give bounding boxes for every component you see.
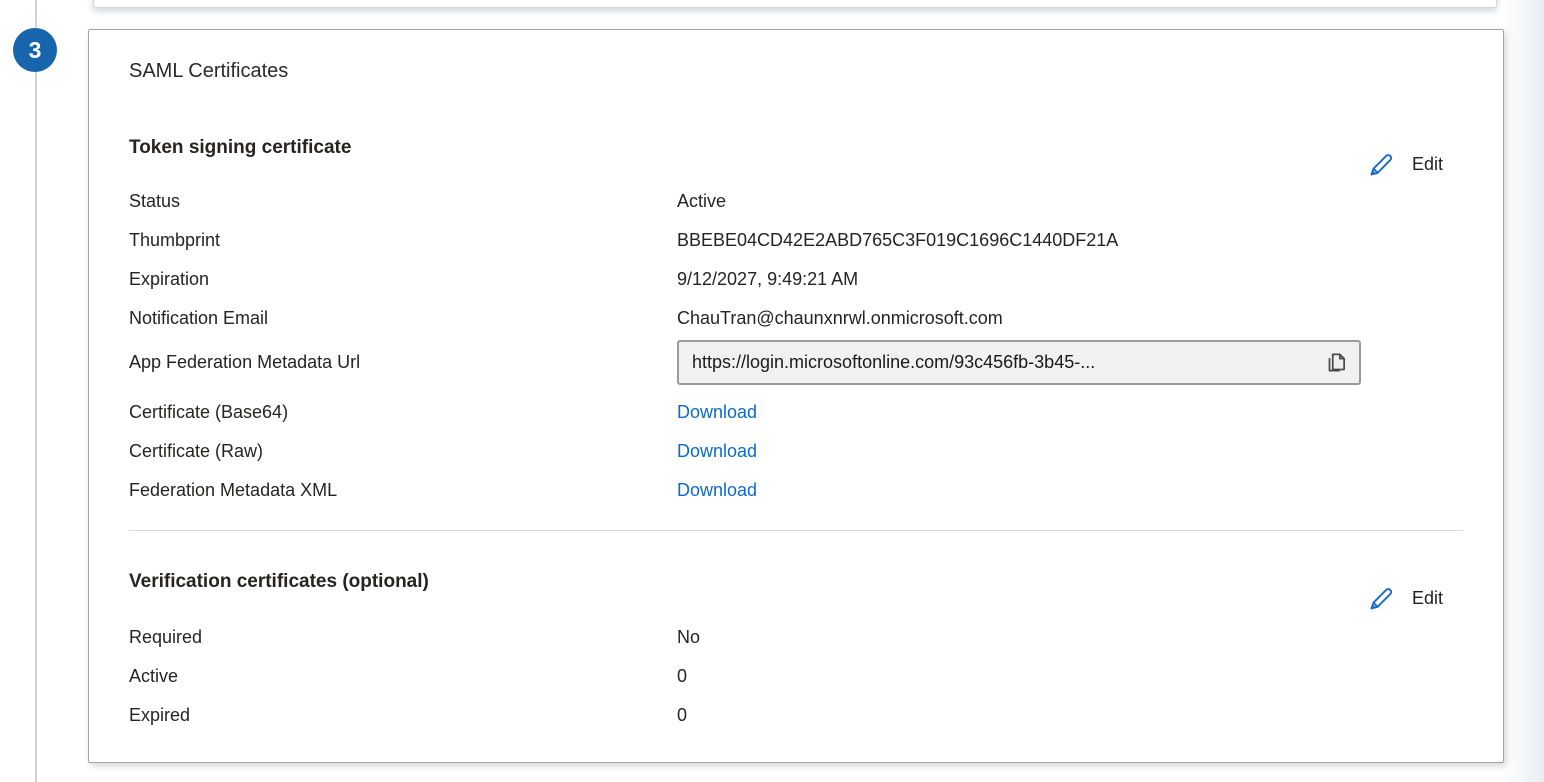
detail-row-expiration: Expiration 9/12/2027, 9:49:21 AM [129,260,1463,299]
app-federation-metadata-url-field[interactable]: https://login.microsoftonline.com/93c456… [677,340,1361,385]
expired-count-value: 0 [677,696,687,735]
copy-url-button[interactable] [1323,350,1349,376]
row-label: Federation Metadata XML [129,471,677,510]
detail-row-federation-metadata-xml: Federation Metadata XML Download [129,471,1463,510]
row-label: Certificate (Raw) [129,432,677,471]
verification-certificates-details: Required No Active 0 Expired 0 [129,618,1463,735]
detail-row-app-federation-metadata-url: App Federation Metadata Url https://logi… [129,339,1463,386]
row-label: App Federation Metadata Url [129,352,677,373]
detail-row-certificate-raw: Certificate (Raw) Download [129,432,1463,471]
detail-row-active-count: Active 0 [129,657,1463,696]
row-label: Thumbprint [129,221,677,260]
detail-row-notification-email: Notification Email ChauTran@chaunxnrwl.o… [129,299,1463,338]
required-value: No [677,618,700,657]
row-label: Expiration [129,260,677,299]
token-certificate-edit-button[interactable]: Edit [1362,147,1447,182]
token-certificate-details: Status Active Thumbprint BBEBE04CD42E2AB… [129,182,1463,510]
step-timeline-line [35,0,37,782]
pencil-icon [1366,583,1397,614]
app-federation-metadata-url-value: https://login.microsoftonline.com/93c456… [692,352,1315,373]
download-certificate-raw-link[interactable]: Download [677,432,757,471]
expiration-value: 9/12/2027, 9:49:21 AM [677,260,858,299]
row-label: Certificate (Base64) [129,393,677,432]
page-right-tint [1502,0,1544,782]
pencil-icon [1366,149,1397,180]
detail-row-required: Required No [129,618,1463,657]
token-signing-certificate-section: Token signing certificate Edit Status Ac… [129,135,1463,510]
notification-email-value: ChauTran@chaunxnrwl.onmicrosoft.com [677,299,1003,338]
detail-row-thumbprint: Thumbprint BBEBE04CD42E2ABD765C3F019C169… [129,221,1463,260]
verification-certificates-heading: Verification certificates (optional) [129,569,1463,594]
status-value: Active [677,182,726,221]
download-certificate-base64-link[interactable]: Download [677,393,757,432]
row-label: Status [129,182,677,221]
row-label: Expired [129,696,677,735]
token-signing-certificate-heading: Token signing certificate [129,135,1463,160]
copy-icon [1323,364,1349,379]
detail-row-status: Status Active [129,182,1463,221]
previous-card-edge [93,0,1497,8]
verification-certificates-section: Verification certificates (optional) Edi… [129,569,1463,735]
saml-certificates-card: SAML Certificates Token signing certific… [88,29,1504,763]
row-label: Required [129,618,677,657]
card-title: SAML Certificates [129,58,1463,85]
active-count-value: 0 [677,657,687,696]
row-label: Notification Email [129,299,677,338]
section-divider [129,530,1463,531]
detail-row-expired-count: Expired 0 [129,696,1463,735]
edit-button-label: Edit [1412,154,1443,175]
row-label: Active [129,657,677,696]
download-federation-metadata-xml-link[interactable]: Download [677,471,757,510]
verification-certificates-edit-button[interactable]: Edit [1362,581,1447,616]
thumbprint-value: BBEBE04CD42E2ABD765C3F019C1696C1440DF21A [677,221,1118,260]
detail-row-certificate-base64: Certificate (Base64) Download [129,393,1463,432]
edit-button-label: Edit [1412,588,1443,609]
step-number-badge: 3 [13,28,57,72]
